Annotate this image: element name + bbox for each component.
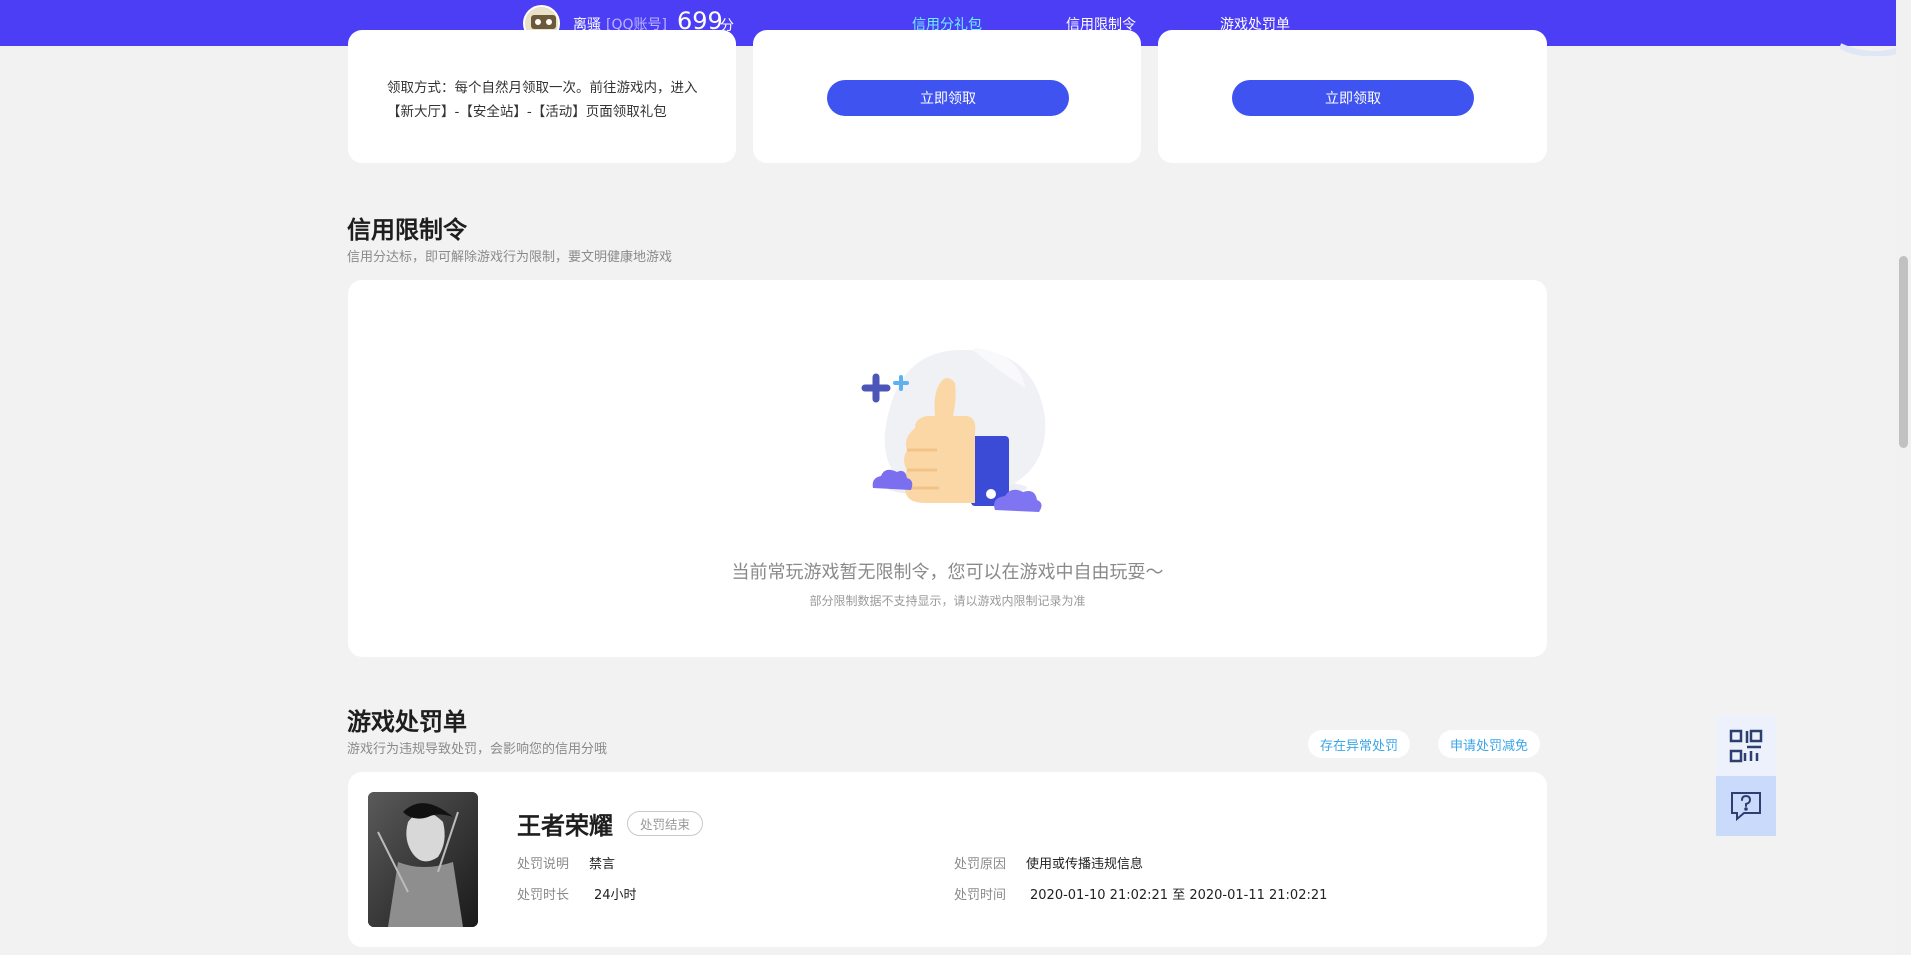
claim-now-button-2[interactable]: 立即领取 <box>1232 80 1474 116</box>
apply-reduction-button[interactable]: 申请处罚减免 <box>1438 730 1541 758</box>
penalty-section-subtitle: 游戏行为违规导致处罚，会影响您的信用分哦 <box>347 742 608 757</box>
game-name: 王者荣耀 <box>517 812 613 840</box>
help-button[interactable] <box>1716 776 1776 836</box>
empty-state-message: 当前常玩游戏暂无限制令，您可以在游戏中自由玩耍～ <box>731 562 1164 583</box>
penalty-reason-value: 使用或传播违规信息 <box>1026 857 1144 872</box>
decorative-curve <box>1840 43 1900 56</box>
penalty-time-value: 2020-01-10 21:02:21 至 2020-01-11 21:02:2… <box>1030 888 1328 903</box>
penalty-section-title: 游戏处罚单 <box>347 708 467 736</box>
abnormal-penalty-button[interactable]: 存在异常处罚 <box>1308 730 1411 758</box>
penalty-duration-label: 处罚时长 <box>517 888 570 903</box>
penalty-duration-value: 24小时 <box>594 888 637 903</box>
penalty-time-label: 处罚时间 <box>954 888 1007 903</box>
thumbs-up-illustration <box>861 348 1046 512</box>
qr-code-button[interactable] <box>1716 716 1776 776</box>
game-thumbnail <box>368 792 478 927</box>
gift-claim-description: 领取方式：每个自然月领取一次。前往游戏内，进入【新大厅】-【安全站】-【活动】页… <box>387 80 698 120</box>
scrollbar-thumb[interactable] <box>1899 256 1908 448</box>
penalty-reason-label: 处罚原因 <box>954 857 1007 872</box>
penalty-status-badge: 处罚结束 <box>627 811 704 836</box>
scrollbar-track[interactable] <box>1896 0 1911 955</box>
qr-code-icon <box>1729 729 1763 763</box>
floating-toolbar <box>1716 716 1776 836</box>
restriction-section-subtitle: 信用分达标，即可解除游戏行为限制，要文明健康地游戏 <box>347 250 673 265</box>
penalty-desc-value: 禁言 <box>589 857 616 872</box>
help-chat-icon <box>1731 792 1761 822</box>
claim-now-button-1[interactable]: 立即领取 <box>827 80 1069 116</box>
restriction-section-title: 信用限制令 <box>347 216 467 244</box>
empty-state-note: 部分限制数据不支持显示，请以游戏内限制记录为准 <box>809 594 1086 608</box>
penalty-desc-label: 处罚说明 <box>517 857 570 872</box>
